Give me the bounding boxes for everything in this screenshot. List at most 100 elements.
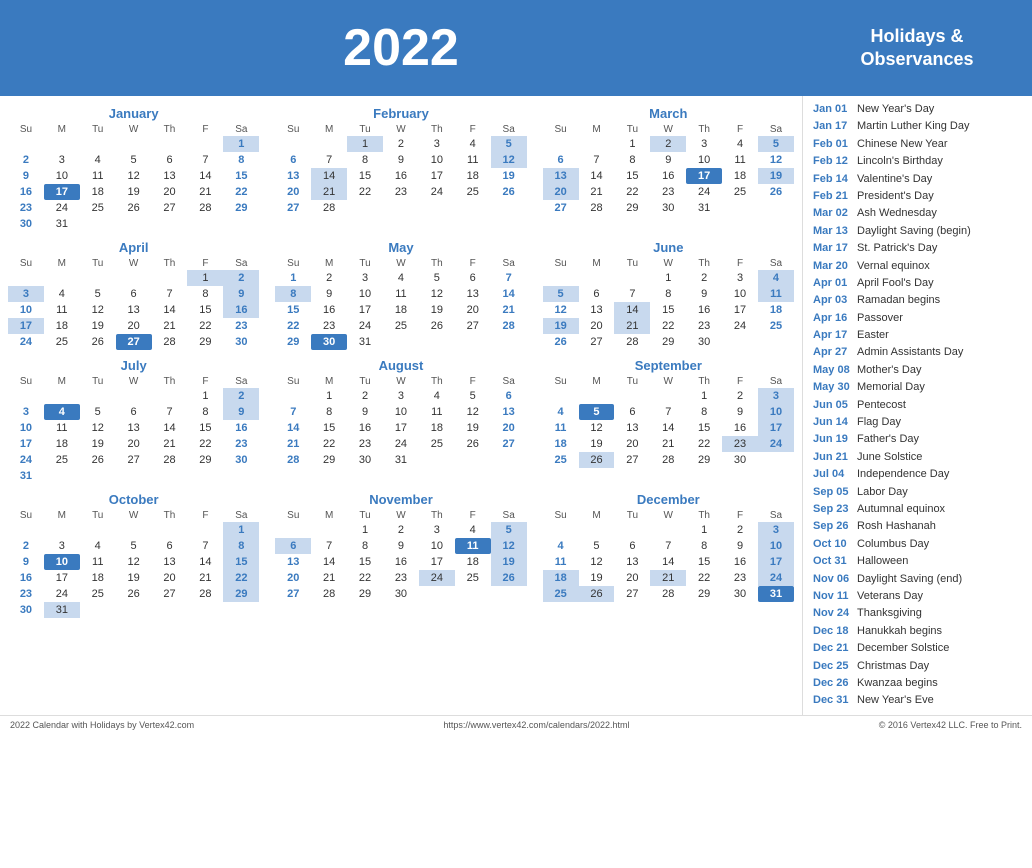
calendar-day: 24	[347, 318, 383, 334]
calendar-day: 24	[686, 184, 722, 200]
holiday-date: Jan 17	[813, 119, 857, 134]
calendar-day: 10	[722, 286, 758, 302]
calendar-day: 23	[8, 586, 44, 602]
calendar-day	[419, 452, 455, 468]
calendar-day: 10	[419, 152, 455, 168]
calendar-day: 4	[383, 270, 419, 286]
holiday-date: Jun 05	[813, 398, 857, 413]
calendar-day	[8, 270, 44, 286]
calendar-day: 15	[347, 168, 383, 184]
calendar-table: SuMTuWThFSa12345678910111213141516171819…	[275, 375, 526, 468]
holiday-date: Apr 27	[813, 345, 857, 360]
calendar-day: 2	[686, 270, 722, 286]
calendar-day: 2	[383, 522, 419, 538]
calendar-day: 27	[152, 200, 188, 216]
calendar-day	[80, 270, 116, 286]
calendar-day: 28	[311, 586, 347, 602]
calendar-day: 12	[455, 404, 491, 420]
calendar-day: 27	[543, 200, 579, 216]
calendar-day: 4	[543, 404, 579, 420]
calendar-day: 24	[8, 452, 44, 468]
calendar-day: 17	[44, 570, 80, 586]
calendar-day: 6	[614, 538, 650, 554]
calendar-day: 6	[455, 270, 491, 286]
calendar-day: 4	[419, 388, 455, 404]
calendar-day	[152, 388, 188, 404]
year-header: 2022	[0, 0, 802, 96]
calendar-day: 22	[347, 184, 383, 200]
calendar-day: 29	[223, 586, 259, 602]
calendar-day: 31	[44, 216, 80, 232]
calendar-day: 11	[455, 152, 491, 168]
calendar-day: 26	[491, 570, 527, 586]
calendar-day: 27	[116, 334, 152, 350]
calendar-day: 24	[44, 586, 80, 602]
day-header: W	[116, 123, 152, 136]
day-header: Sa	[758, 375, 794, 388]
day-header: Sa	[223, 509, 259, 522]
holiday-list: Jan 01New Year's DayJan 17Martin Luther …	[813, 102, 1022, 709]
holiday-name: Autumnal equinox	[857, 502, 945, 517]
calendar-day: 21	[152, 318, 188, 334]
calendar-day: 26	[455, 436, 491, 452]
day-header: Tu	[614, 123, 650, 136]
calendar-day: 19	[491, 168, 527, 184]
holiday-name: New Year's Day	[857, 102, 934, 117]
holiday-date: Feb 21	[813, 189, 857, 204]
calendar-day: 4	[44, 404, 80, 420]
calendar-day: 23	[347, 436, 383, 452]
calendar-day: 13	[116, 420, 152, 436]
day-header: Th	[686, 375, 722, 388]
calendar-day: 25	[722, 184, 758, 200]
calendar-day	[614, 270, 650, 286]
holiday-date: Apr 01	[813, 276, 857, 291]
calendar-day: 23	[383, 184, 419, 200]
calendar-day: 27	[614, 452, 650, 468]
day-header: M	[579, 509, 615, 522]
calendar-day	[152, 468, 188, 484]
day-header: W	[383, 509, 419, 522]
holiday-name: June Solstice	[857, 450, 922, 465]
calendar-day	[491, 452, 527, 468]
calendar-day: 15	[187, 302, 223, 318]
calendar-day: 17	[419, 168, 455, 184]
calendar-day: 9	[650, 152, 686, 168]
calendar-day: 6	[614, 404, 650, 420]
holiday-item: Oct 10Columbus Day	[813, 537, 1022, 552]
calendar-day: 7	[614, 286, 650, 302]
calendar-day	[347, 200, 383, 216]
calendar-day: 30	[722, 452, 758, 468]
calendar-day: 12	[491, 538, 527, 554]
footer-center[interactable]: https://www.vertex42.com/calendars/2022.…	[194, 720, 879, 730]
calendar-day: 4	[80, 538, 116, 554]
calendar-day	[152, 270, 188, 286]
calendar-day: 11	[722, 152, 758, 168]
day-header: Th	[152, 257, 188, 270]
calendar-day: 12	[419, 286, 455, 302]
calendar-day: 16	[311, 302, 347, 318]
calendar-day: 3	[722, 270, 758, 286]
month-title: August	[275, 358, 526, 373]
calendar-day: 13	[543, 168, 579, 184]
holiday-date: Nov 24	[813, 606, 857, 621]
calendar-day: 29	[311, 452, 347, 468]
calendar-day: 29	[686, 586, 722, 602]
day-header: Su	[543, 375, 579, 388]
footer-left: 2022 Calendar with Holidays by Vertex42.…	[10, 720, 194, 730]
calendar-day: 5	[543, 286, 579, 302]
day-header: F	[187, 509, 223, 522]
calendar-day	[80, 468, 116, 484]
calendar-day: 2	[347, 388, 383, 404]
calendar-day: 4	[44, 286, 80, 302]
holiday-item: Feb 12Lincoln's Birthday	[813, 154, 1022, 169]
calendar-day: 6	[275, 538, 311, 554]
calendar-day: 30	[347, 452, 383, 468]
calendar-day: 3	[347, 270, 383, 286]
calendar-day: 2	[722, 388, 758, 404]
calendar-day: 11	[758, 286, 794, 302]
holiday-name: Halloween	[857, 554, 908, 569]
calendar-day	[419, 334, 455, 350]
calendar-day	[455, 334, 491, 350]
calendar-day: 10	[44, 554, 80, 570]
calendar-day: 27	[491, 436, 527, 452]
